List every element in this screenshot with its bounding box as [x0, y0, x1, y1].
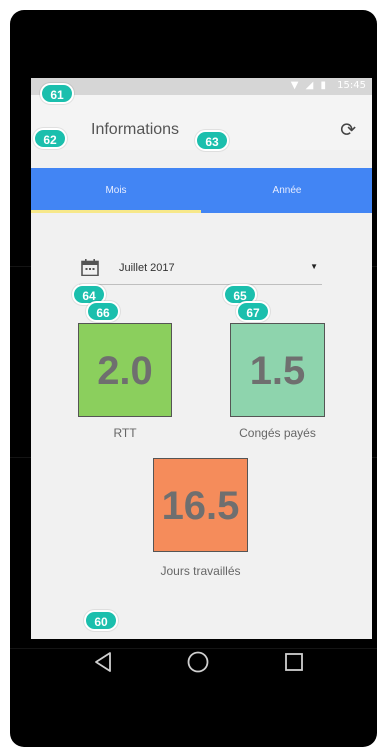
- status-icons: ▼ ◢ ▮ 15:45: [291, 80, 366, 91]
- badge-67: 67: [236, 301, 270, 322]
- tile-rtt-label: RTT: [113, 426, 137, 440]
- wifi-icon: ▼: [290, 80, 301, 91]
- badge-62: 62: [33, 128, 67, 149]
- month-selector[interactable]: Juillet 2017 ▼: [79, 256, 322, 285]
- tile-conges-payes: 1.5: [230, 323, 325, 417]
- status-time: 15:45: [337, 80, 366, 91]
- tile-jours-travailles-label: Jours travaillés: [160, 564, 241, 578]
- tab-mois[interactable]: Mois: [31, 168, 201, 213]
- tile-jours-travailles: 16.5: [153, 458, 248, 552]
- dropdown-arrow-icon: ▼: [310, 262, 318, 271]
- page-title: Informations: [91, 121, 180, 138]
- app-screen: ▼ ◢ ▮ 15:45 Informations ⟳ Mois Année Ju…: [31, 78, 372, 639]
- month-value: Juillet 2017: [119, 262, 175, 274]
- badge-60: 60: [84, 610, 118, 631]
- status-bar: ▼ ◢ ▮ 15:45: [31, 78, 372, 95]
- tab-annee[interactable]: Année: [202, 168, 372, 213]
- tab-bar: Mois Année: [31, 168, 372, 213]
- recent-apps-icon[interactable]: [281, 649, 307, 675]
- navigation-bar: [31, 639, 372, 685]
- signal-icon: ◢: [305, 80, 316, 91]
- badge-66: 66: [86, 301, 120, 322]
- refresh-icon[interactable]: ⟳: [340, 119, 356, 141]
- tab-indicator: [31, 210, 201, 213]
- home-icon[interactable]: [185, 649, 211, 675]
- badge-63: 63: [195, 130, 229, 151]
- back-icon[interactable]: [90, 649, 116, 675]
- tile-conges-payes-label: Congés payés: [239, 426, 316, 440]
- tile-rtt: 2.0: [78, 323, 172, 417]
- battery-icon: ▮: [320, 80, 328, 91]
- calendar-icon: [81, 259, 99, 276]
- badge-61: 61: [40, 83, 74, 104]
